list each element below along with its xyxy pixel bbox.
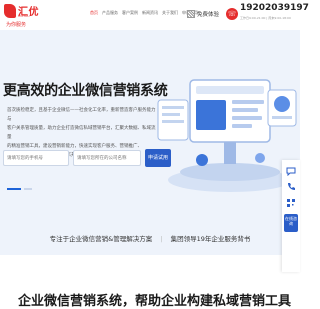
hero-desc-line: 客户关系管理质量，助力企业打造微信私域营销平台，汇聚大数据、私域流量: [7, 126, 156, 140]
hero-illustration: [157, 79, 297, 192]
floating-sidebar: 在线咨询: [282, 160, 300, 272]
brand-logo[interactable]: 汇优 HUIYOU 为你服务: [4, 4, 52, 30]
hero-desc-line: 首次质检稳定，且基于企业微信——社会化工化率，重新营造客户服务能力与: [7, 108, 156, 122]
qr-side-icon[interactable]: [286, 198, 296, 208]
brand-slogan: 为你服务: [6, 22, 27, 28]
hero-title: 更高效的企业微信营销系统: [3, 83, 168, 99]
nav-item-products[interactable]: 产品服务: [102, 9, 118, 17]
phone-hours: 工作日9:00-21:00 | 周末9:00-18:00: [240, 16, 291, 20]
trial-form: 申请试用: [3, 149, 171, 170]
tagline-divider: |: [160, 235, 163, 243]
online-consult-button[interactable]: 在线咨询: [284, 214, 298, 232]
brand-sub: HUIYOU: [18, 14, 30, 18]
logo-mark-icon: [4, 4, 16, 18]
hero-banner: 更高效的企业微信营销系统 首次质检稳定，且基于企业微信——社会化工化率，重新营造…: [0, 30, 300, 255]
nav-item-home[interactable]: 首页: [90, 9, 98, 17]
phone-icon: ☏: [226, 8, 238, 20]
nav-item-about[interactable]: 关于我们: [162, 9, 178, 17]
phone-number[interactable]: 19202039197: [240, 3, 309, 13]
free-demo-label: 免费体验: [197, 12, 220, 18]
main-nav: 首页 产品服务 客户案例 新闻资讯 关于我们 申请试用: [90, 9, 198, 17]
carousel-dot[interactable]: [24, 188, 32, 190]
nav-item-cases[interactable]: 客户案例: [122, 9, 138, 17]
apply-trial-button[interactable]: 申请试用: [145, 149, 171, 167]
qr-code-icon: [187, 10, 195, 18]
tagline-left: 专注于企业微信营销&管理解决方案: [49, 235, 153, 243]
phone-side-icon[interactable]: [286, 182, 296, 192]
nav-item-news[interactable]: 新闻资讯: [142, 9, 158, 17]
phone-input[interactable]: [3, 150, 69, 166]
tagline-right: 集团领导19年企业服务背书: [170, 235, 251, 243]
carousel-dot-active[interactable]: [7, 188, 21, 190]
header-bar: 汇优 HUIYOU 为你服务 首页 产品服务 客户案例 新闻资讯 关于我们 申请…: [0, 0, 309, 31]
free-demo-link[interactable]: 免费体验: [187, 10, 219, 18]
tagline-bar: 专注于企业微信营销&管理解决方案 | 集团领导19年企业服务背书: [0, 233, 300, 243]
company-input[interactable]: [73, 150, 141, 166]
carousel-indicator: [7, 188, 32, 190]
chat-icon[interactable]: [286, 166, 296, 176]
